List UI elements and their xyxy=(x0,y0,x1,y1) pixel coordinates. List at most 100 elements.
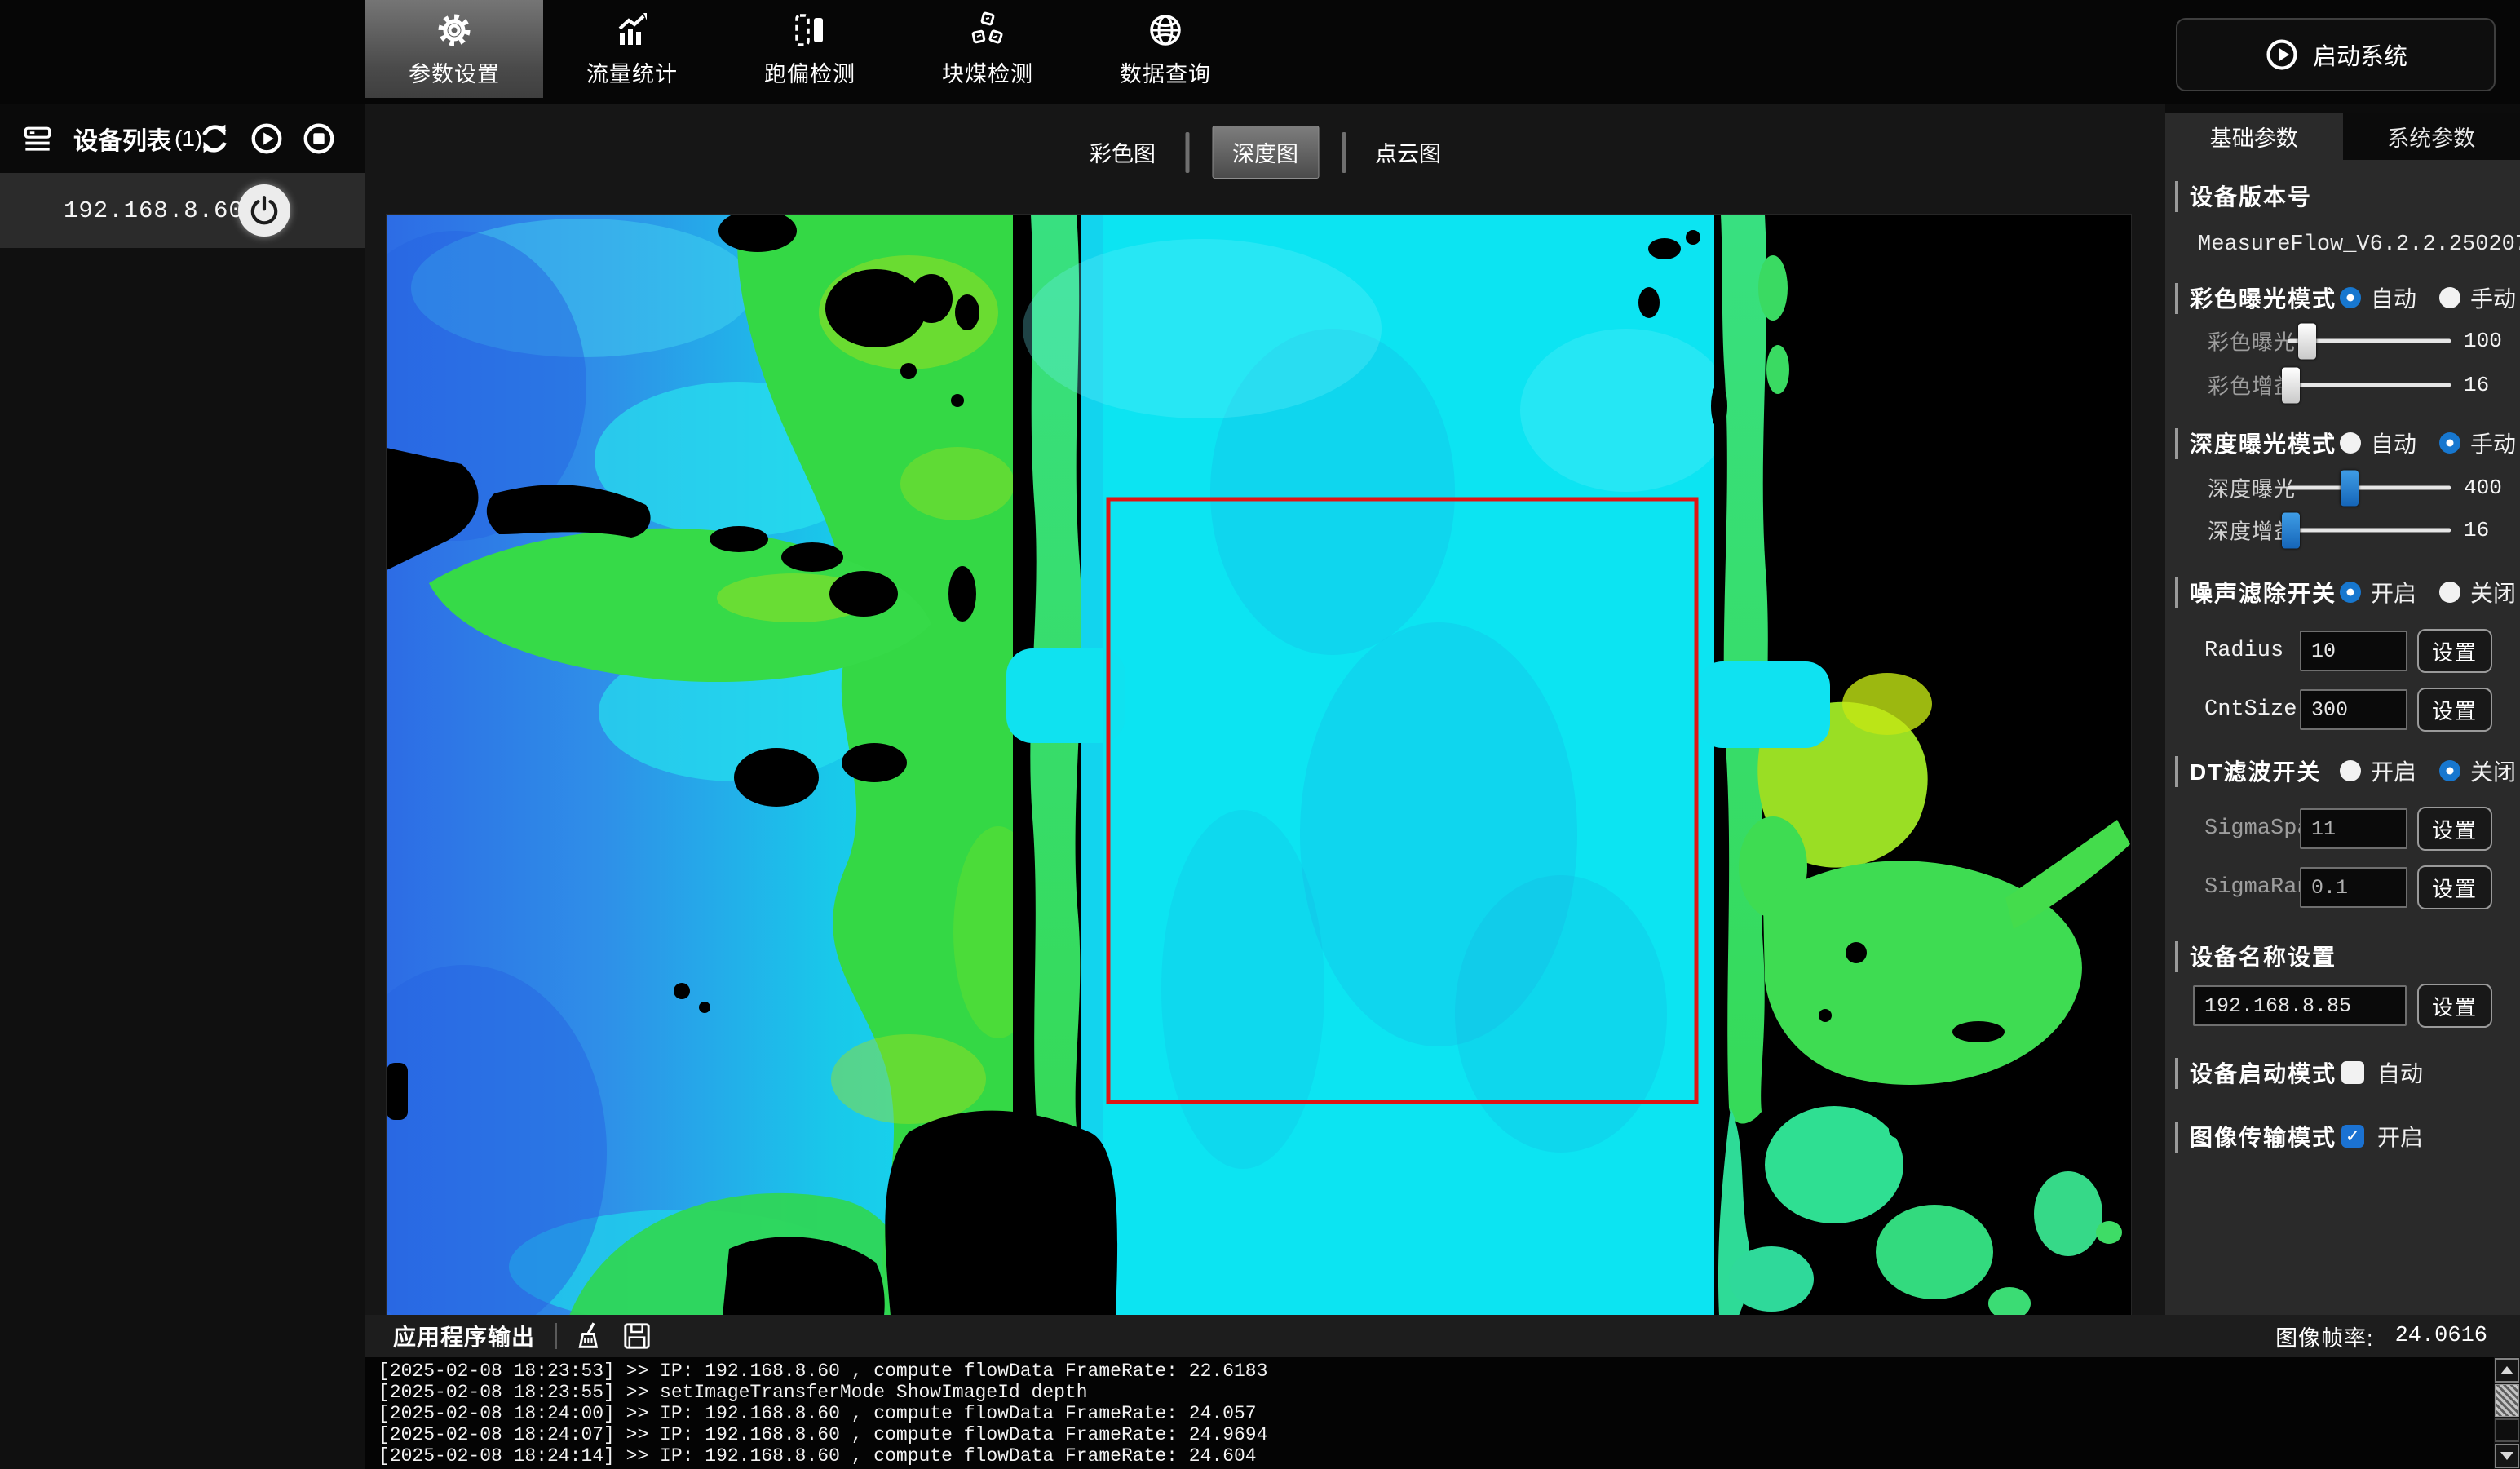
device-name-row: 192.168.8.85 设置 xyxy=(2165,981,2520,1030)
section-accent xyxy=(2175,1122,2178,1153)
sigmaspace-set-button[interactable]: 设置 xyxy=(2417,807,2492,851)
depth-gain-slider-row: 深度增益 16 xyxy=(2165,509,2520,551)
scroll-down-button[interactable] xyxy=(2495,1444,2519,1468)
toolbar-item-coal-block-detect[interactable]: 块煤检测 xyxy=(899,0,1077,98)
noise-filter-on-radio[interactable] xyxy=(2340,582,2361,603)
section-accent xyxy=(2175,577,2178,608)
log-output[interactable]: [2025-02-08 18:23:53] >> IP: 192.168.8.6… xyxy=(365,1357,2494,1469)
color-gain-handle[interactable] xyxy=(2282,367,2300,403)
toolbar-item-label: 块煤检测 xyxy=(942,56,1033,88)
device-power-button[interactable] xyxy=(238,184,290,237)
noise-filter-off-radio[interactable] xyxy=(2439,582,2460,603)
scroll-up-button[interactable] xyxy=(2495,1358,2519,1383)
gear-icon xyxy=(435,11,474,50)
dt-filter-off-radio[interactable] xyxy=(2439,760,2460,781)
device-list-item[interactable]: 192.168.8.60 xyxy=(0,173,365,248)
depth-gain-handle[interactable] xyxy=(2282,512,2300,548)
cntsize-row: CntSize 300 设置 xyxy=(2165,685,2520,734)
toolbar-item-deviation-detect[interactable]: 跑偏检测 xyxy=(721,0,899,98)
clear-log-icon[interactable] xyxy=(573,1320,606,1352)
depth-exposure-value: 400 xyxy=(2464,476,2502,500)
device-name-set-button[interactable]: 设置 xyxy=(2417,984,2492,1028)
color-gain-slider[interactable] xyxy=(2288,383,2451,387)
log-line: [2025-02-08 18:23:53] >> IP: 192.168.8.6… xyxy=(378,1361,2494,1382)
sigmaspace-row: SigmaSpace 11 设置 xyxy=(2165,804,2520,853)
panel-tabs: 基础参数 系统参数 xyxy=(2165,113,2520,160)
radius-row: Radius 10 设置 xyxy=(2165,626,2520,675)
color-exposure-manual-radio[interactable] xyxy=(2439,287,2460,308)
depth-exposure-slider[interactable] xyxy=(2288,486,2451,490)
toolbar-item-parameter-settings[interactable]: 参数设置 xyxy=(365,0,543,98)
depth-exposure-auto-label: 自动 xyxy=(2371,427,2416,459)
play-circle-icon xyxy=(2264,37,2300,73)
sigmarange-input[interactable]: 0.1 xyxy=(2300,867,2407,908)
device-name-section: 设备名称设置 xyxy=(2165,935,2520,977)
console-header: 应用程序输出 图像帧率: 24.0616 xyxy=(365,1315,2520,1357)
tab-depth-image[interactable]: 深度图 xyxy=(1212,126,1319,179)
device-start-mode-row: 设备启动模式 自动 xyxy=(2165,1051,2520,1094)
depth-exposure-manual-radio[interactable] xyxy=(2439,432,2460,454)
image-transfer-mode-label: 图像传输模式 xyxy=(2190,1120,2337,1153)
depth-gain-value: 16 xyxy=(2464,518,2489,542)
depth-image-view[interactable] xyxy=(386,214,2132,1316)
toolbar-item-flow-statistics[interactable]: 流量统计 xyxy=(543,0,721,98)
save-log-icon[interactable] xyxy=(621,1320,653,1352)
toolbar-item-label: 数据查询 xyxy=(1120,56,1211,88)
color-exposure-auto-radio[interactable] xyxy=(2340,287,2361,308)
device-start-mode-option: 自动 xyxy=(2377,1056,2423,1089)
device-start-mode-checkbox[interactable] xyxy=(2341,1061,2364,1084)
scrollbar-thumb[interactable] xyxy=(2495,1384,2519,1417)
depth-exposure-handle[interactable] xyxy=(2341,470,2359,506)
radius-input[interactable]: 10 xyxy=(2300,631,2407,671)
tab-system-params[interactable]: 系统参数 xyxy=(2343,113,2520,160)
refresh-icon[interactable] xyxy=(196,120,233,157)
console-divider xyxy=(555,1323,557,1349)
toolbar-item-label: 跑偏检测 xyxy=(764,56,855,88)
color-exposure-slider[interactable] xyxy=(2288,339,2451,343)
image-transfer-mode-option: 开启 xyxy=(2377,1120,2423,1153)
log-scrollbar[interactable] xyxy=(2494,1357,2520,1469)
color-exposure-value: 100 xyxy=(2464,329,2502,353)
depth-gain-slider[interactable] xyxy=(2288,529,2451,533)
triangle-down-icon xyxy=(2500,1452,2513,1460)
noise-filter-on-label: 开启 xyxy=(2371,576,2416,608)
globe-icon xyxy=(1146,11,1185,50)
depth-exposure-manual-label: 手动 xyxy=(2470,427,2516,459)
cntsize-input[interactable]: 300 xyxy=(2300,689,2407,730)
framerate-value: 24.0616 xyxy=(2395,1324,2487,1348)
noise-filter-label: 噪声滤除开关 xyxy=(2190,576,2337,608)
start-system-button[interactable]: 启动系统 xyxy=(2176,18,2496,91)
sigmaspace-input[interactable]: 11 xyxy=(2300,808,2407,849)
image-transfer-mode-row: 图像传输模式 ✓ 开启 xyxy=(2165,1115,2520,1157)
device-name-input[interactable]: 192.168.8.85 xyxy=(2193,985,2407,1026)
dt-filter-off-label: 关闭 xyxy=(2470,754,2516,787)
device-name-label: 设备名称设置 xyxy=(2190,940,2337,972)
panel-top-strip xyxy=(2165,104,2520,113)
depth-exposure-mode-row: 深度曝光模式 自动 手动 xyxy=(2165,422,2520,464)
tab-basic-params[interactable]: 基础参数 xyxy=(2165,113,2343,160)
color-gain-value: 16 xyxy=(2464,373,2489,397)
image-transfer-mode-checkbox[interactable]: ✓ xyxy=(2341,1125,2364,1148)
cntsize-set-button[interactable]: 设置 xyxy=(2417,688,2492,732)
log-line: [2025-02-08 18:24:00] >> IP: 192.168.8.6… xyxy=(378,1403,2494,1424)
top-toolbar: 参数设置 流量统计 跑偏检测 xyxy=(0,0,2520,104)
tab-pointcloud-image[interactable]: 点云图 xyxy=(1368,131,1448,173)
color-exposure-handle[interactable] xyxy=(2298,323,2316,359)
sigmarange-set-button[interactable]: 设置 xyxy=(2417,865,2492,909)
toolbar-item-label: 流量统计 xyxy=(586,56,678,88)
tab-color-image[interactable]: 彩色图 xyxy=(1083,131,1162,173)
coal-block-detect-icon xyxy=(968,11,1007,50)
toolbar-item-data-query[interactable]: 数据查询 xyxy=(1077,0,1254,98)
device-list-header: 设备列表 (1) xyxy=(0,104,365,173)
tab-divider xyxy=(1342,132,1346,173)
device-version-section: 设备版本号 xyxy=(2165,175,2520,217)
section-accent xyxy=(2175,1058,2178,1089)
depth-exposure-auto-radio[interactable] xyxy=(2340,432,2361,454)
stop-all-icon[interactable] xyxy=(300,120,338,157)
dt-filter-on-radio[interactable] xyxy=(2340,760,2361,781)
noise-filter-off-label: 关闭 xyxy=(2470,576,2516,608)
radius-set-button[interactable]: 设置 xyxy=(2417,629,2492,673)
play-all-icon[interactable] xyxy=(248,120,285,157)
device-ip: 192.168.8.60 xyxy=(64,197,244,224)
dt-filter-row: DT滤波开关 开启 关闭 xyxy=(2165,750,2520,792)
